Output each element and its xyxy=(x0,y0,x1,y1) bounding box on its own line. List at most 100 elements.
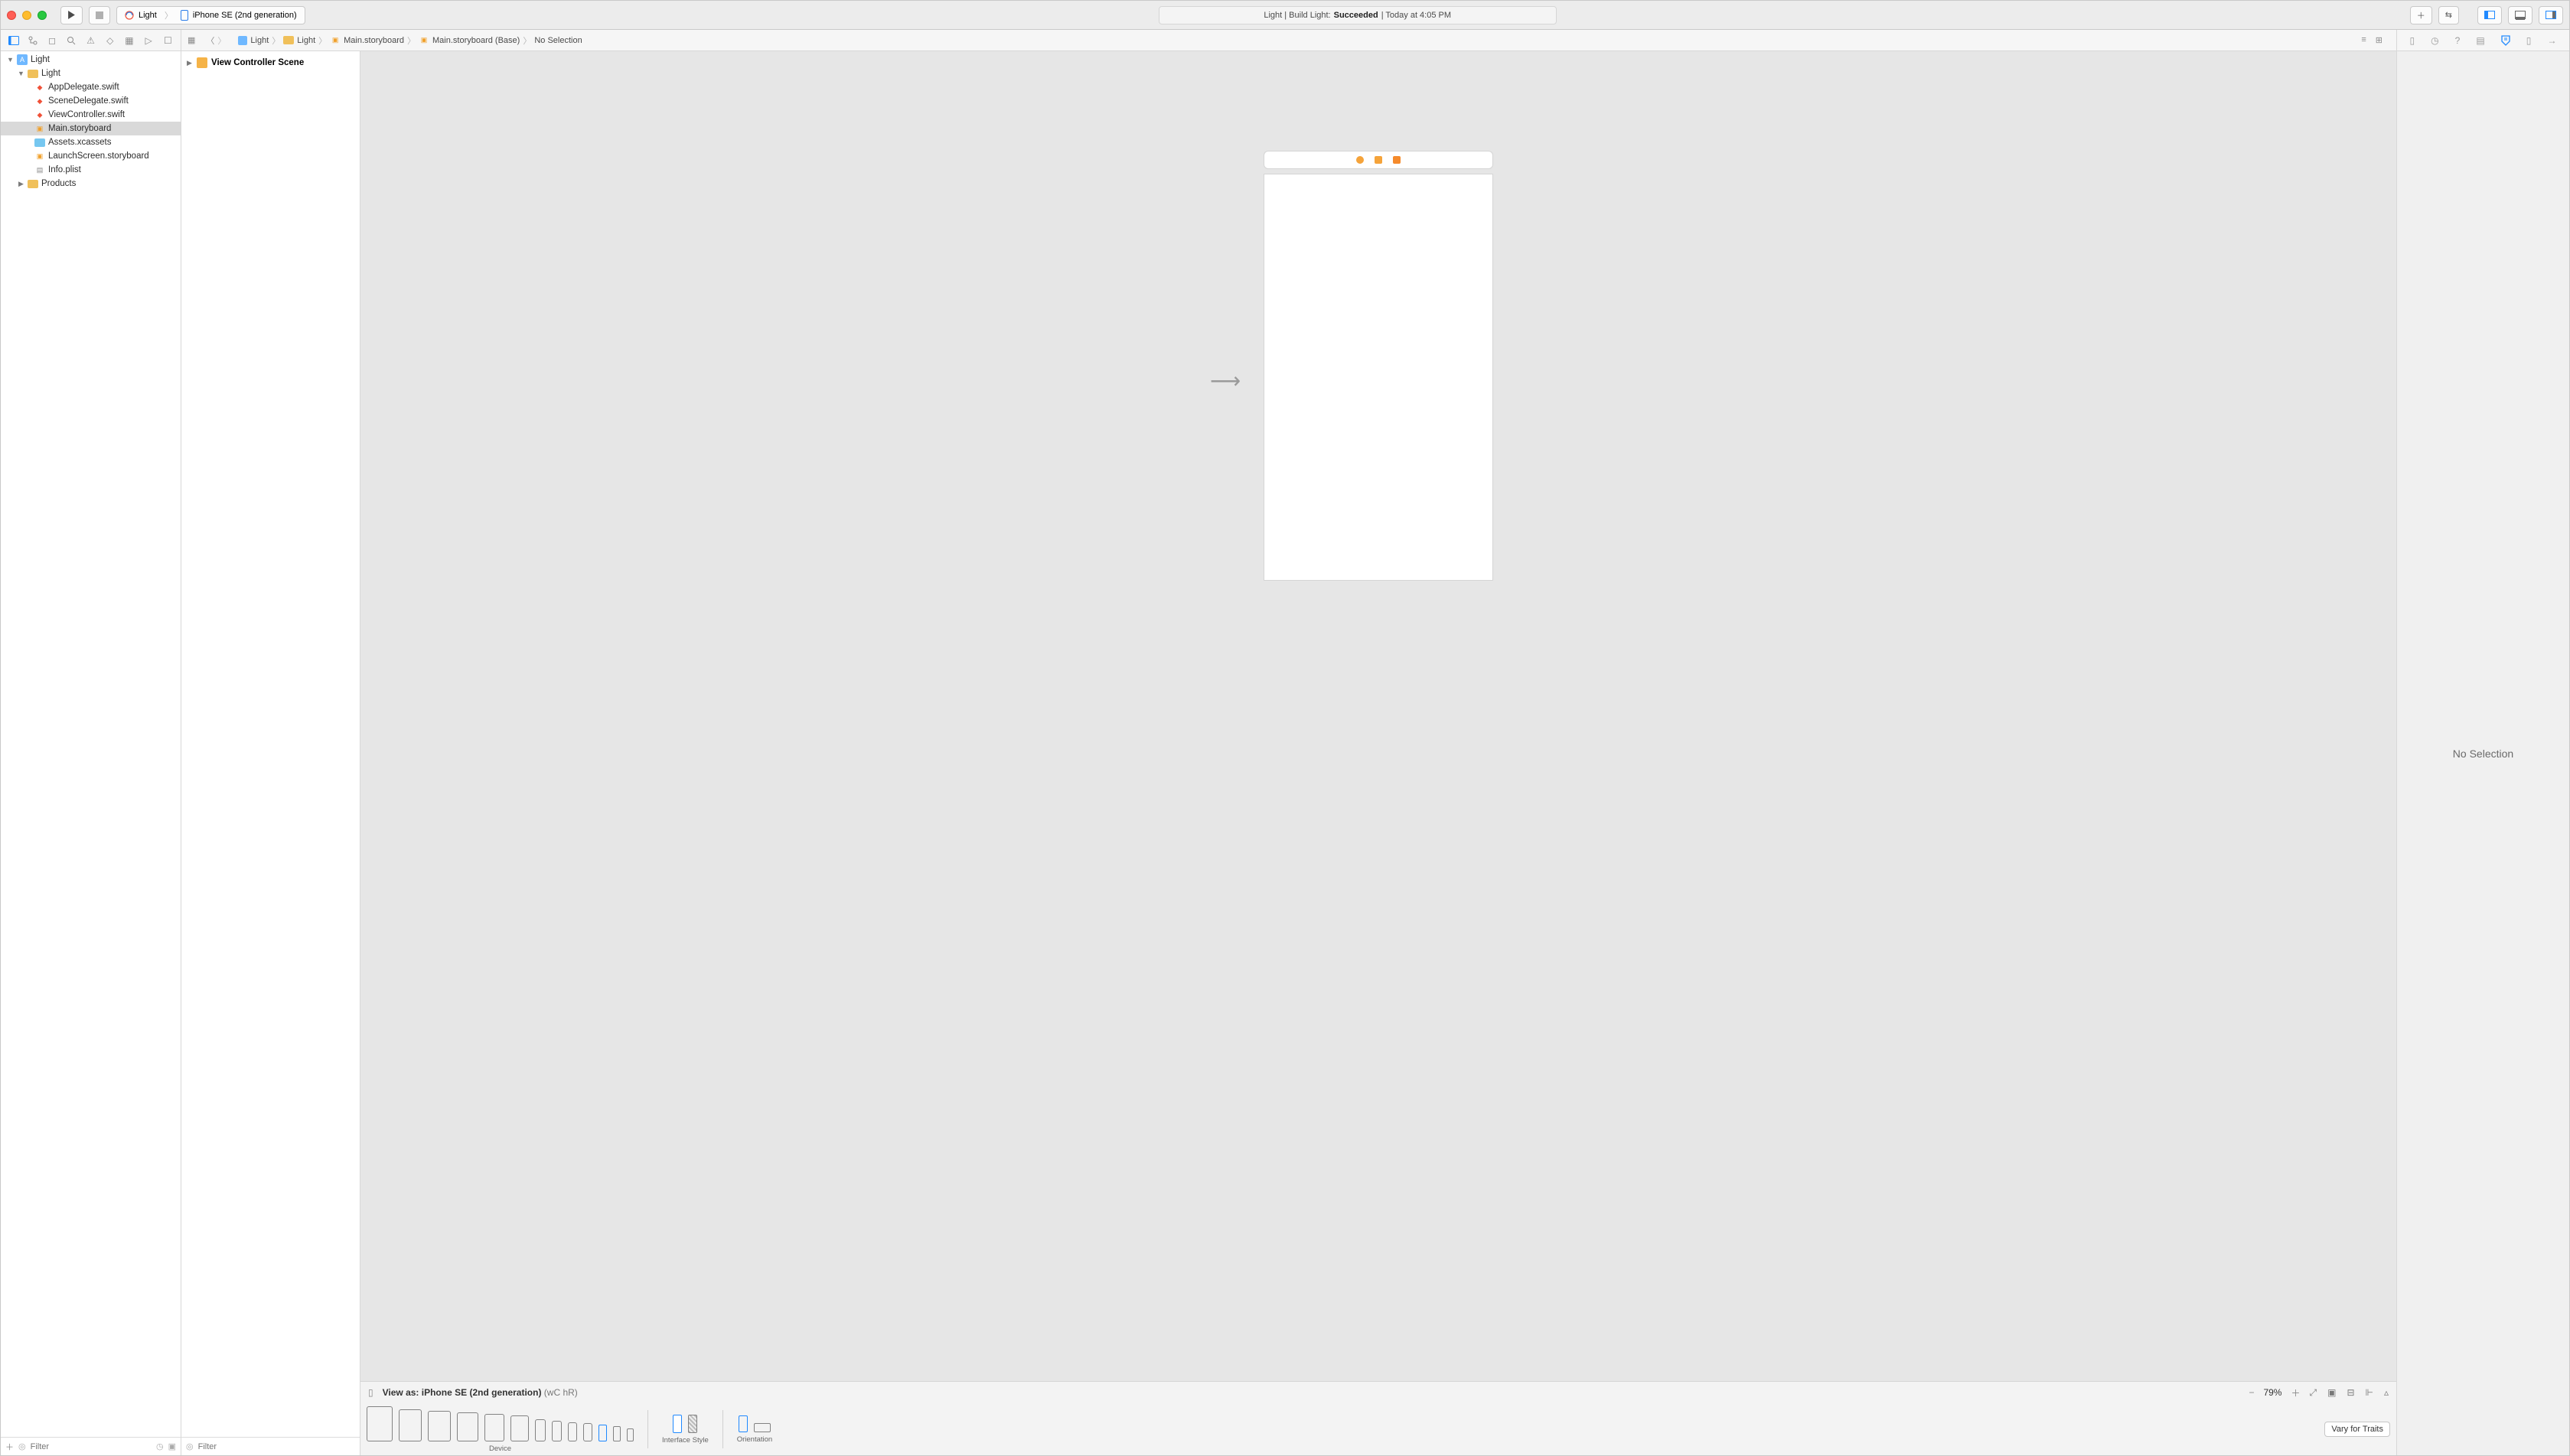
adjust-editor-options-icon[interactable]: ≡ xyxy=(2361,35,2366,45)
toggle-inspector-button[interactable] xyxy=(2539,6,2563,24)
connections-inspector-icon[interactable]: → xyxy=(2547,35,2556,46)
tree-file-row[interactable]: ◆AppDelegate.swift xyxy=(1,80,181,94)
appearance-light[interactable] xyxy=(673,1415,682,1433)
code-review-button[interactable]: ⇆ xyxy=(2438,6,2459,24)
initial-vc-arrow-icon[interactable]: ⟶ xyxy=(1210,368,1241,393)
tree-project-row[interactable]: ▼ A Light xyxy=(1,53,181,67)
jump-item-1[interactable]: Light xyxy=(297,36,315,45)
titlebar: Light 〉 iPhone SE (2nd generation) Light… xyxy=(1,1,2569,30)
tree-file-row[interactable]: ▣LaunchScreen.storyboard xyxy=(1,149,181,163)
first-responder-icon[interactable] xyxy=(1375,156,1382,164)
stop-button[interactable] xyxy=(89,6,110,24)
zoom-out-button[interactable]: − xyxy=(2249,1387,2254,1398)
vary-for-traits-button[interactable]: Vary for Traits xyxy=(2324,1422,2390,1437)
project-navigator-icon[interactable] xyxy=(8,34,20,47)
device-ipad-10[interactable] xyxy=(428,1411,451,1441)
add-constraints-icon[interactable]: ⊩ xyxy=(2366,1387,2373,1399)
device-iphone-max[interactable] xyxy=(535,1419,546,1441)
device-iphone[interactable] xyxy=(583,1423,592,1441)
orientation-portrait[interactable] xyxy=(739,1415,748,1432)
outline-scene-row[interactable]: ▶ View Controller Scene xyxy=(186,56,355,70)
jump-item-0[interactable]: Light xyxy=(250,36,269,45)
add-editor-icon[interactable]: ⊞ xyxy=(2376,35,2382,45)
device-iphone-plus[interactable] xyxy=(568,1422,577,1441)
breakpoint-navigator-icon[interactable]: ▷ xyxy=(142,34,155,47)
recent-filter-icon[interactable]: ◷ xyxy=(156,1441,164,1451)
debug-navigator-icon[interactable]: ▦ xyxy=(123,34,135,47)
library-button[interactable]: ＋ xyxy=(2410,6,2432,24)
device-ipad-air[interactable] xyxy=(457,1412,478,1441)
scene-view[interactable] xyxy=(1264,174,1493,581)
storyboard-file-icon: ▣ xyxy=(34,151,45,161)
zoom-level[interactable]: 79% xyxy=(2263,1387,2281,1398)
appearance-dark[interactable] xyxy=(688,1415,697,1433)
help-inspector-icon[interactable]: ? xyxy=(2455,35,2461,46)
jump-item-2[interactable]: Main.storyboard xyxy=(344,36,404,45)
device-ipad[interactable] xyxy=(484,1414,504,1441)
jump-item-4[interactable]: No Selection xyxy=(534,36,582,45)
disclosure-triangle-icon[interactable]: ▼ xyxy=(7,56,14,64)
zoom-in-button[interactable]: ＋ xyxy=(2291,1386,2300,1399)
embed-in-icon[interactable]: ▣ xyxy=(2327,1387,2336,1399)
disclosure-triangle-icon[interactable]: ▶ xyxy=(18,180,24,188)
tree-file-row[interactable]: ◆ViewController.swift xyxy=(1,108,181,122)
issue-navigator-icon[interactable]: ⚠ xyxy=(84,34,96,47)
view-as-device[interactable]: iPhone SE (2nd generation) xyxy=(422,1387,542,1398)
minimize-window-button[interactable] xyxy=(22,11,31,20)
status-result: Succeeded xyxy=(1334,11,1378,20)
scope-icon[interactable]: ◎ xyxy=(18,1441,26,1451)
orientation-landscape[interactable] xyxy=(754,1423,771,1432)
history-inspector-icon[interactable]: ◷ xyxy=(2431,35,2438,46)
align-icon[interactable]: ⊟ xyxy=(2347,1387,2354,1399)
device-iphone-pro[interactable] xyxy=(552,1421,562,1441)
tree-group-row[interactable]: ▼ Light xyxy=(1,67,181,80)
scope-icon[interactable]: ◎ xyxy=(186,1441,194,1451)
file-inspector-icon[interactable]: ▯ xyxy=(2410,35,2415,46)
navigator-filter-input[interactable] xyxy=(31,1442,152,1451)
go-forward-button[interactable]: 〉 xyxy=(217,34,226,47)
scheme-selector[interactable]: Light 〉 iPhone SE (2nd generation) xyxy=(116,6,305,24)
zoom-window-button[interactable] xyxy=(38,11,47,20)
device-iphone-4s[interactable] xyxy=(627,1428,634,1441)
outline-filter-input[interactable] xyxy=(198,1442,355,1451)
file-label: LaunchScreen.storyboard xyxy=(48,151,149,161)
activity-status[interactable]: Light | Build Light: Succeeded | Today a… xyxy=(1159,6,1557,24)
canvas-area: ⟶ ▯ View as: iPhone SE (2nd generation) … xyxy=(360,51,2396,1455)
storyboard-canvas[interactable]: ⟶ xyxy=(360,51,2396,1381)
disclosure-triangle-icon[interactable]: ▼ xyxy=(18,70,24,77)
device-iphone-se2[interactable] xyxy=(598,1425,607,1441)
run-button[interactable] xyxy=(60,6,83,24)
report-navigator-icon[interactable]: ☐ xyxy=(161,34,174,47)
close-window-button[interactable] xyxy=(7,11,16,20)
toggle-navigator-button[interactable] xyxy=(2477,6,2502,24)
update-frames-icon[interactable]: ⤢ xyxy=(2310,1387,2317,1399)
tree-file-row[interactable]: ▤Info.plist xyxy=(1,163,181,177)
tree-file-row[interactable]: ◆SceneDelegate.swift xyxy=(1,94,181,108)
device-ipad-pro-11[interactable] xyxy=(399,1409,422,1441)
view-controller-icon[interactable] xyxy=(1356,156,1364,164)
jump-item-3[interactable]: Main.storyboard (Base) xyxy=(432,36,520,45)
find-navigator-icon[interactable] xyxy=(65,34,77,47)
scene-dock[interactable] xyxy=(1264,151,1493,169)
source-control-navigator-icon[interactable] xyxy=(27,34,39,47)
resolve-issues-icon[interactable]: ▵ xyxy=(2384,1387,2389,1399)
attributes-inspector-icon[interactable] xyxy=(2501,35,2510,46)
scm-filter-icon[interactable]: ▣ xyxy=(168,1441,176,1451)
device-ipad-mini[interactable] xyxy=(510,1415,529,1441)
size-inspector-icon[interactable]: ▯ xyxy=(2526,35,2532,46)
identity-inspector-icon[interactable]: ▤ xyxy=(2476,35,2484,46)
tree-file-row[interactable]: Assets.xcassets xyxy=(1,135,181,149)
toggle-outline-icon[interactable]: ▯ xyxy=(368,1387,373,1398)
exit-icon[interactable] xyxy=(1393,156,1401,164)
device-iphone-8[interactable] xyxy=(613,1426,621,1441)
test-navigator-icon[interactable]: ◇ xyxy=(104,34,116,47)
tree-file-row[interactable]: ▣Main.storyboard xyxy=(1,122,181,135)
toggle-debug-area-button[interactable] xyxy=(2508,6,2532,24)
tree-products-row[interactable]: ▶ Products xyxy=(1,177,181,191)
device-ipad-pro-12[interactable] xyxy=(367,1406,393,1441)
add-icon[interactable]: ＋ xyxy=(5,1441,14,1453)
symbol-navigator-icon[interactable]: ◻ xyxy=(46,34,58,47)
go-back-button[interactable]: 〈 xyxy=(206,34,214,47)
disclosure-triangle-icon[interactable]: ▶ xyxy=(186,59,193,67)
related-items-icon[interactable]: ▦ xyxy=(188,35,195,45)
